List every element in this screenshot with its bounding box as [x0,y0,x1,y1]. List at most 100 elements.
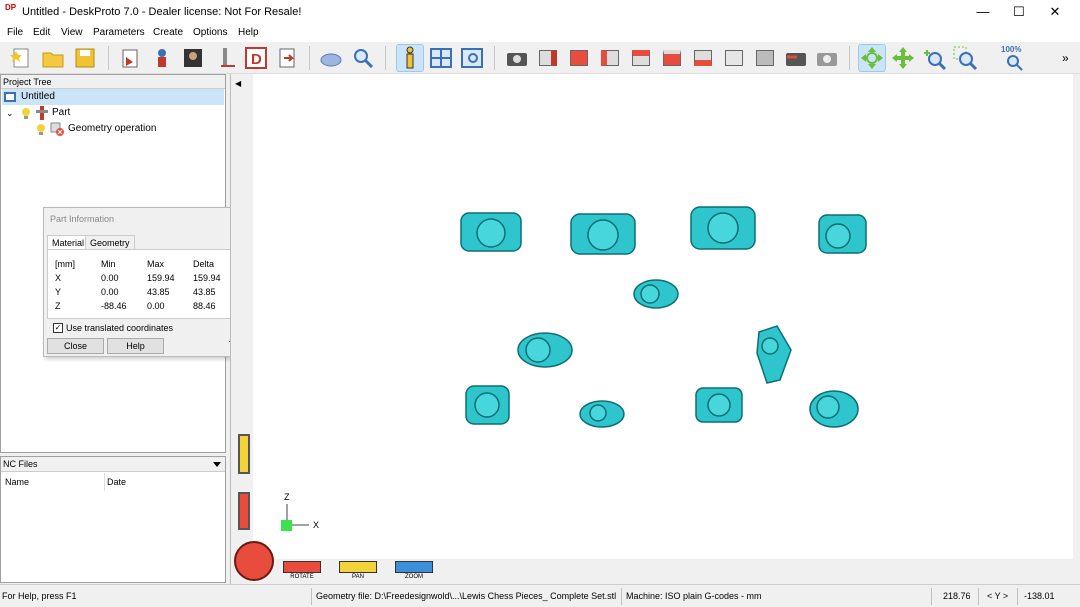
chess-piece-10 [695,387,743,423]
maximize-button[interactable]: ☐ [1002,0,1036,24]
menu-create[interactable]: Create [153,27,183,38]
pan-mode-button[interactable] [890,45,916,71]
row-x-label: X [55,273,62,283]
redo-view-button[interactable] [814,45,840,71]
import-geometry-button[interactable] [117,45,143,71]
info-icon [406,46,414,69]
view-front-button[interactable] [566,45,592,71]
expand-chevron-icon[interactable]: ⌄ [6,105,14,121]
cube-right-icon [663,50,681,66]
status-x-coordinate: 218.76 [943,591,971,601]
svg-text:D: D [251,51,262,68]
pan-control-bar[interactable] [339,561,377,573]
lightbulb-icon [22,108,30,119]
layout-button[interactable] [428,45,454,71]
status-machine: Machine: ISO plain G-codes - mm [626,591,762,601]
status-y-coordinate: -138.01 [1024,591,1055,601]
header-min: Min [101,259,116,269]
chess-pieces-model [281,206,867,531]
zoom-window-button[interactable] [952,45,978,71]
view-left-button[interactable] [628,45,654,71]
minimize-button[interactable]: — [966,0,1000,24]
view-wire-button[interactable] [752,45,778,71]
menu-file[interactable]: File [7,27,23,38]
view-top-button[interactable] [690,45,716,71]
menu-edit[interactable]: Edit [33,27,50,38]
cube-bottom-icon [725,50,743,66]
toolbar-overflow-icon[interactable]: » [1062,51,1069,65]
view-right-button[interactable] [659,45,685,71]
camera-button[interactable] [504,45,530,71]
grid-icon [430,48,452,68]
rotate-slider-icon[interactable] [238,492,250,530]
rotate-arrows-icon [861,47,883,69]
close-button[interactable]: Close [47,338,104,354]
menu-options[interactable]: Options [193,27,227,38]
chess-piece-6 [517,332,573,368]
zoom-label: ZOOM [405,574,423,580]
zoom-100-label: 100% [1001,45,1022,54]
cube-grey-icon [756,50,774,66]
menu-help[interactable]: Help [238,27,259,38]
rotate-dial-icon[interactable] [234,541,274,581]
cutter-icon [221,48,235,67]
rotate-mode-button[interactable] [858,44,886,72]
tree-item-geometry-operation[interactable]: Geometry operation [2,121,224,137]
row-z-label: Z [55,301,61,311]
bitmap-icon [184,49,202,67]
tree-item-part-label: Part [52,107,71,118]
pan-slider-icon[interactable] [238,434,250,474]
tab-material[interactable]: Material [47,235,90,250]
view-bottom-button[interactable] [721,45,747,71]
dialog-title: Part Information [50,214,115,224]
tree-item-untitled[interactable]: Untitled [2,89,224,105]
chess-piece-4 [818,214,867,254]
magnifier-icon [354,49,374,69]
view-back-button[interactable] [597,45,623,71]
axis-x-label: X [313,520,320,530]
rotate-label: ROTATE [290,574,314,580]
translated-coordinates-checkbox[interactable]: ✓ [53,323,63,333]
chess-piece-11 [809,390,859,428]
header-max: Max [147,259,165,269]
undo-view-button[interactable] [783,45,809,71]
menu-view[interactable]: View [61,27,83,38]
tool-button[interactable] [212,45,238,71]
part-tool-button[interactable] [149,45,175,71]
3d-viewport[interactable]: Z X [253,74,1073,559]
zoom-100-button[interactable]: 100% [1000,45,1026,71]
column-name[interactable]: Name [5,477,29,487]
tree-item-part[interactable]: ⌄ Part [2,105,224,121]
help-button[interactable]: Help [107,338,164,354]
status-axis: < Y > [987,591,1009,601]
menu-parameters[interactable]: Parameters [93,27,145,38]
row-x-min: 0.00 [101,273,119,283]
zoom-mode-button[interactable] [921,45,947,71]
zoom-window-icon [953,46,978,71]
d-operation-button[interactable]: D [243,45,269,71]
pan-arrows-icon [892,47,914,69]
new-file-button[interactable] [8,45,34,71]
close-window-button[interactable]: ✕ [1038,0,1072,24]
tab-geometry[interactable]: Geometry [85,235,135,250]
export-button[interactable] [274,45,300,71]
nc-files-dropdown-icon[interactable] [213,462,221,467]
row-z-max: 0.00 [147,301,165,311]
rotate-control-bar[interactable] [283,561,321,573]
preview-button[interactable] [350,45,376,71]
pan-label: PAN [352,574,364,580]
collapse-panel-icon[interactable]: ◀ [235,79,241,88]
translated-coordinates-label: Use translated coordinates [66,323,174,333]
row-y-delta: 43.85 [193,287,216,297]
view-window-button[interactable] [459,45,485,71]
simulate-button[interactable] [318,45,344,71]
open-file-button[interactable] [40,45,66,71]
view-iso-button[interactable] [535,45,561,71]
zoom-control-bar[interactable] [395,561,433,573]
row-z-delta: 88.46 [193,301,216,311]
column-date[interactable]: Date [107,477,126,487]
folder-icon [42,52,64,68]
part-information-button[interactable] [396,44,424,72]
bitmap-button[interactable] [180,45,206,71]
save-file-button[interactable] [72,45,98,71]
